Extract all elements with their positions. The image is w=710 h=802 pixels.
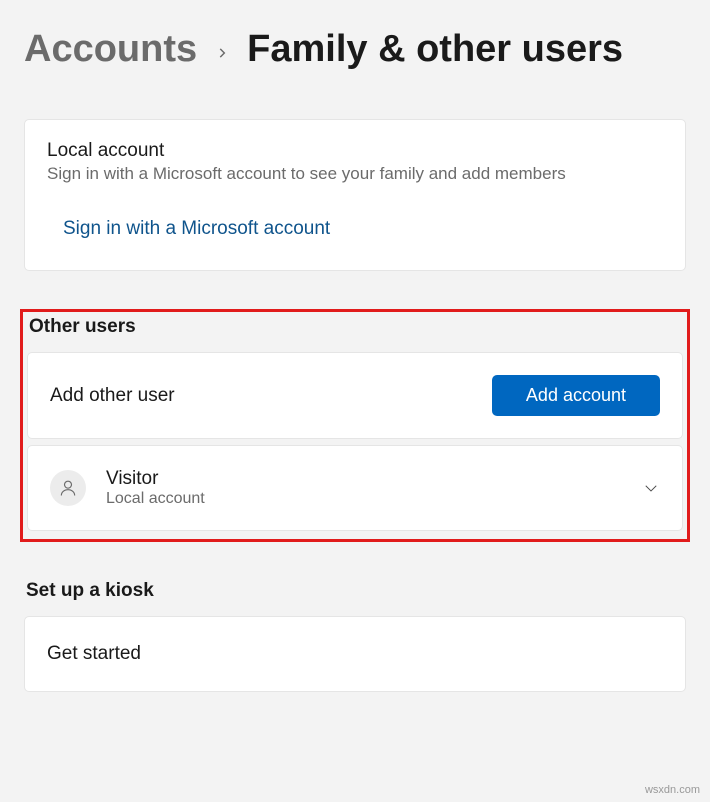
get-started-label: Get started [47, 643, 141, 664]
local-account-subtitle: Sign in with a Microsoft account to see … [47, 164, 663, 184]
user-name: Visitor [106, 468, 205, 490]
breadcrumb-parent[interactable]: Accounts [24, 28, 197, 71]
other-users-heading: Other users [27, 316, 683, 338]
user-info: Visitor Local account [106, 468, 205, 508]
add-other-user-label: Add other user [50, 385, 175, 407]
signin-microsoft-link[interactable]: Sign in with a Microsoft account [63, 218, 330, 240]
watermark: wsxdn.com [645, 784, 700, 796]
add-other-user-row: Add other user Add account [27, 352, 683, 439]
kiosk-section: Set up a kiosk Get started [24, 580, 686, 692]
chevron-right-icon [215, 40, 229, 66]
chevron-down-icon[interactable] [642, 479, 660, 497]
add-account-button[interactable]: Add account [492, 375, 660, 416]
kiosk-heading: Set up a kiosk [24, 580, 686, 602]
kiosk-card[interactable]: Get started [24, 616, 686, 692]
user-row-left: Visitor Local account [50, 468, 205, 508]
breadcrumb-current: Family & other users [247, 28, 623, 71]
user-type: Local account [106, 490, 205, 508]
local-account-title: Local account [47, 140, 663, 162]
avatar [50, 470, 86, 506]
local-account-card: Local account Sign in with a Microsoft a… [24, 119, 686, 271]
other-users-section: Other users Add other user Add account V… [20, 309, 690, 542]
person-icon [58, 478, 78, 498]
user-row[interactable]: Visitor Local account [27, 445, 683, 531]
breadcrumb: Accounts Family & other users [24, 28, 686, 71]
